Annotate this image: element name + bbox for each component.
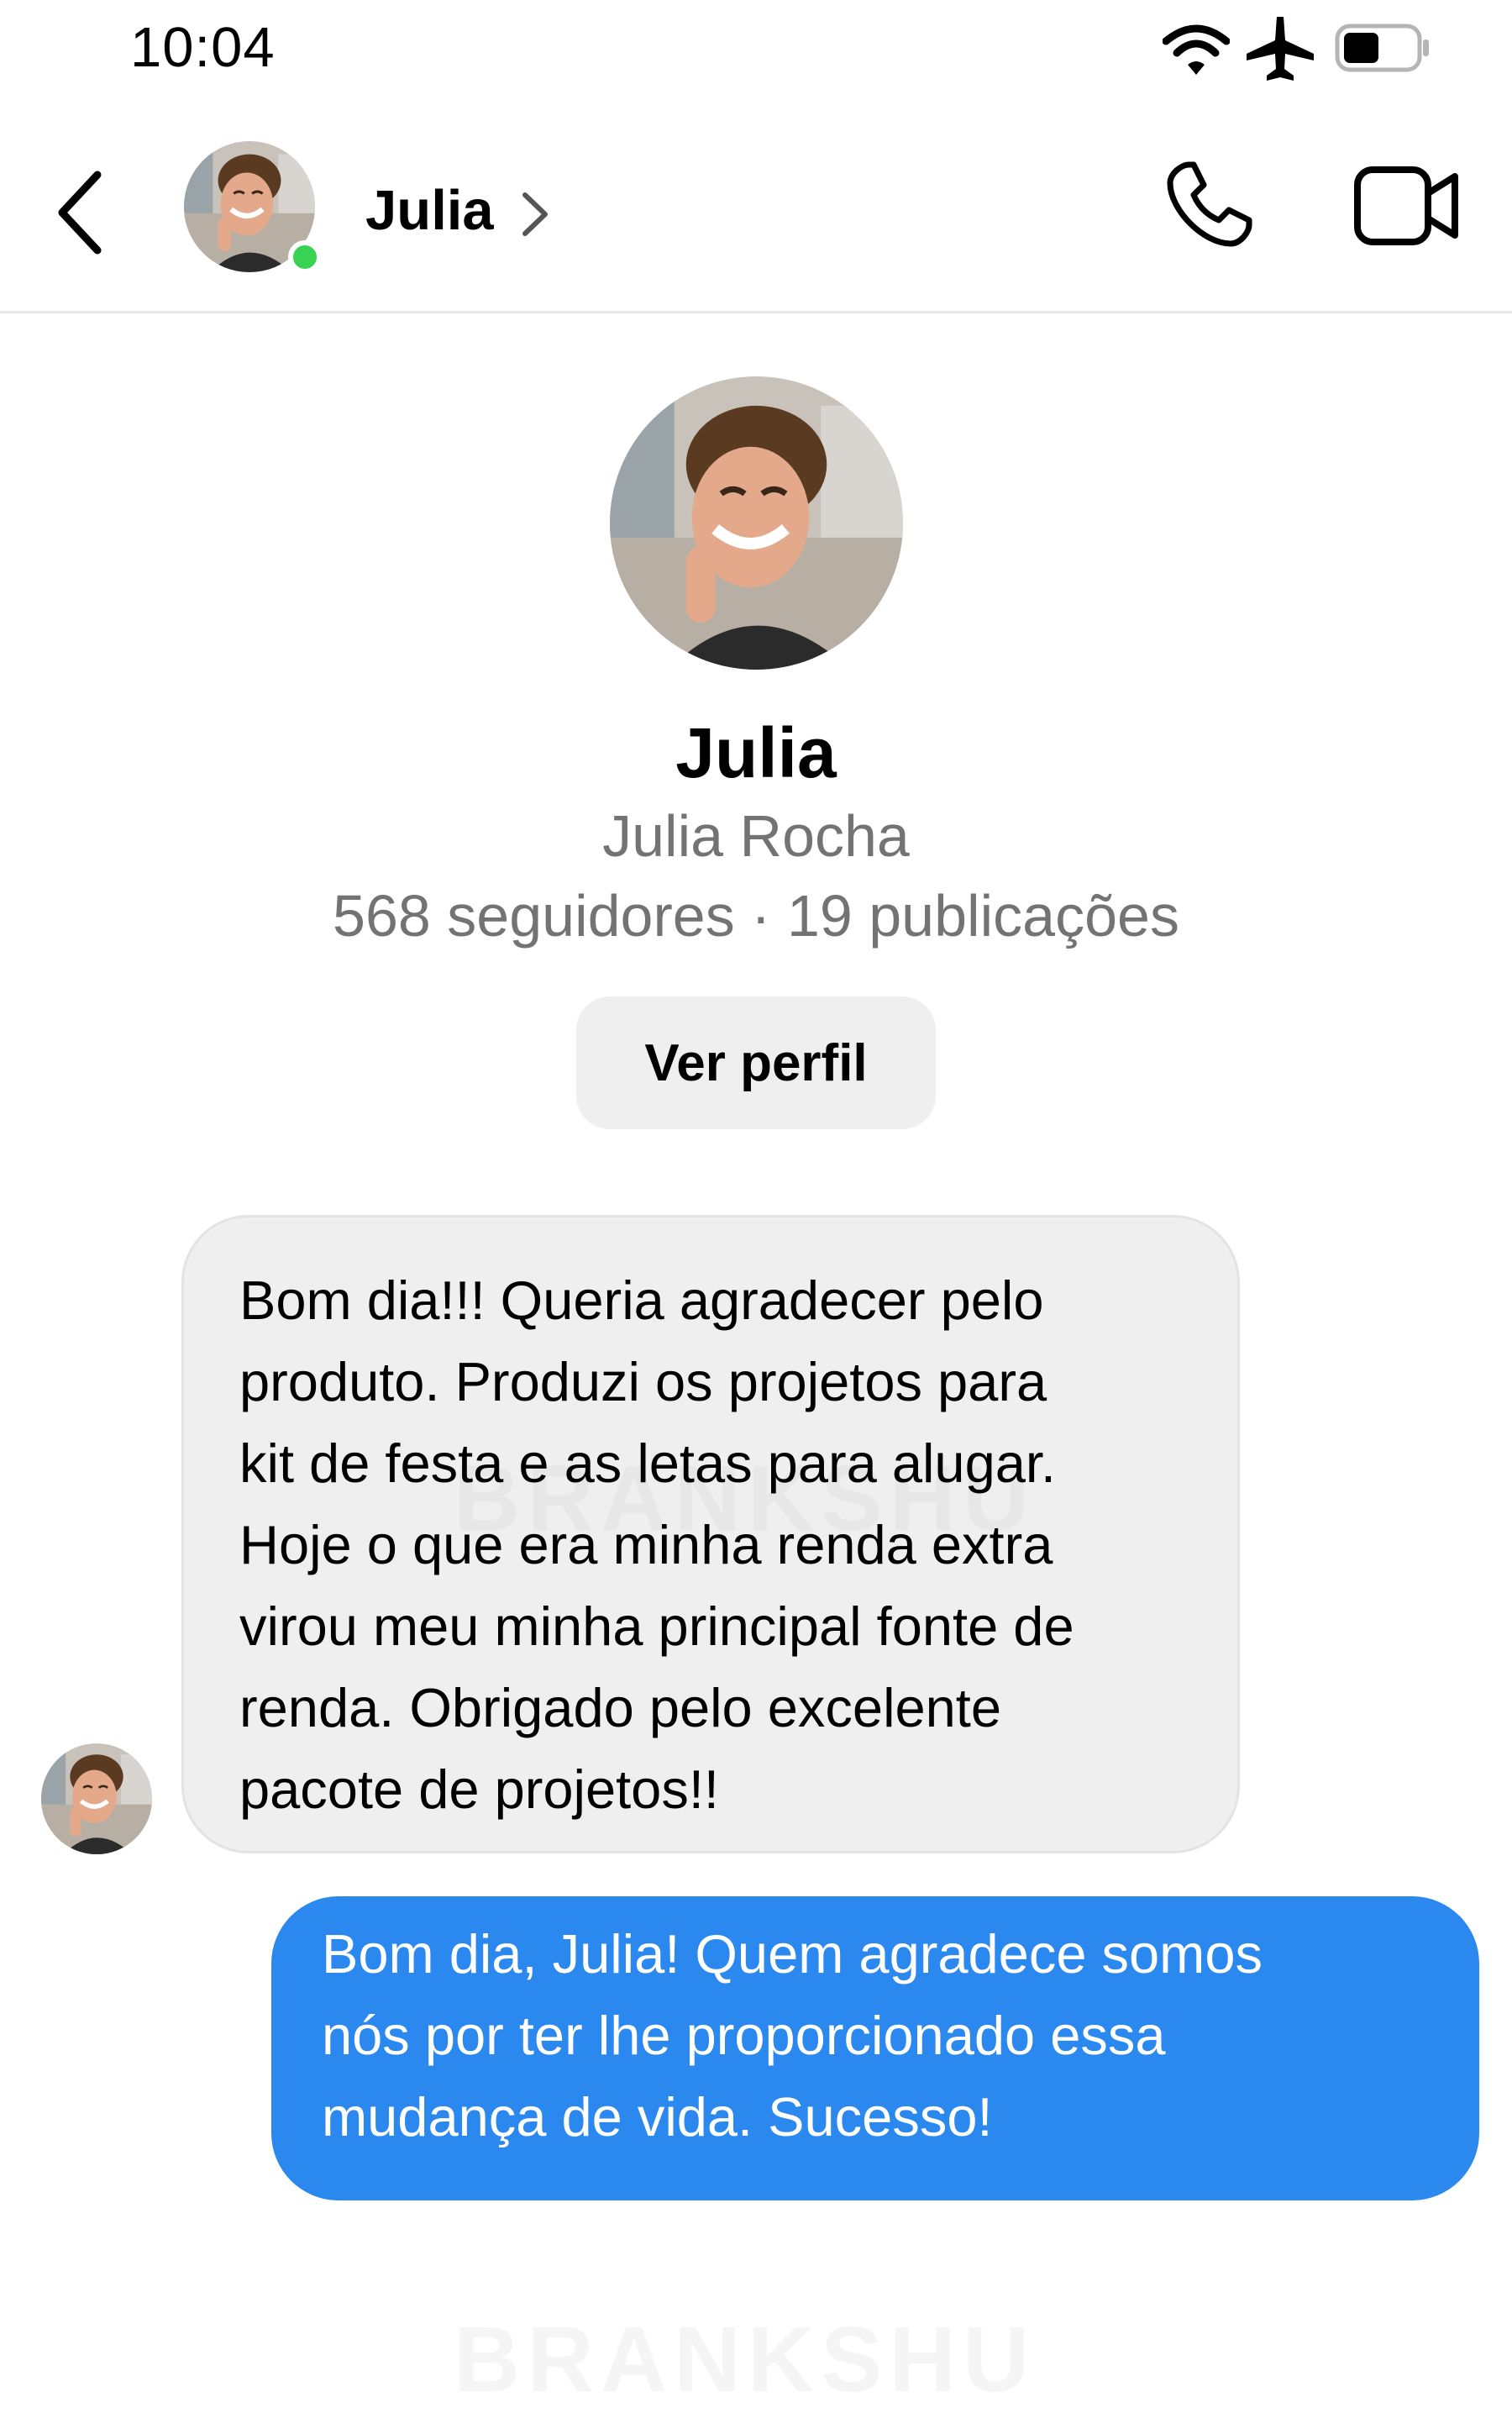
message-line: virou meu minha principal fonte de [239, 1596, 1074, 1657]
profile-full-name: Julia Rocha [602, 803, 910, 869]
message-line: pacote de projetos!! [239, 1758, 719, 1820]
message-line: nós por ter lhe proporcionado essa [322, 2005, 1166, 2066]
back-arrow-icon[interactable] [50, 166, 109, 259]
contact-name[interactable]: Julia [365, 178, 494, 243]
message-line: Bom dia, Julia! Quem agradece somos [322, 1923, 1263, 1985]
profile-name: Julia [675, 713, 837, 792]
battery-icon [1335, 24, 1429, 72]
online-status-dot [288, 240, 322, 274]
message-line: produto. Produzi os projetos para [239, 1351, 1047, 1412]
profile-avatar[interactable] [610, 376, 903, 670]
view-profile-button[interactable]: Ver perfil [576, 996, 936, 1129]
avatar[interactable] [41, 1743, 152, 1854]
watermark: BRANKSHU [454, 1445, 1036, 1552]
message-line: Bom dia!!! Queria agradecer pelo [239, 1270, 1044, 1331]
status-bar: 10:04 [0, 0, 1512, 109]
video-camera-icon[interactable] [1352, 160, 1462, 252]
message-bubble-outgoing[interactable]: Bom dia, Julia! Quem agradece somos nós … [271, 1896, 1479, 2200]
status-time: 10:04 [130, 16, 276, 79]
watermark: BRANKSHU [454, 2306, 1036, 2413]
message-line: renda. Obrigado pelo excelente [239, 1677, 1002, 1738]
chevron-right-icon[interactable] [518, 185, 552, 244]
chat-header: Julia [0, 109, 1512, 313]
wifi-icon [1163, 24, 1230, 75]
phone-icon[interactable] [1163, 158, 1256, 250]
message-line: mudança de vida. Sucesso! [322, 2086, 993, 2148]
airplane-mode-icon [1247, 17, 1314, 81]
profile-stats: 568 seguidores · 19 publicações [333, 883, 1179, 949]
